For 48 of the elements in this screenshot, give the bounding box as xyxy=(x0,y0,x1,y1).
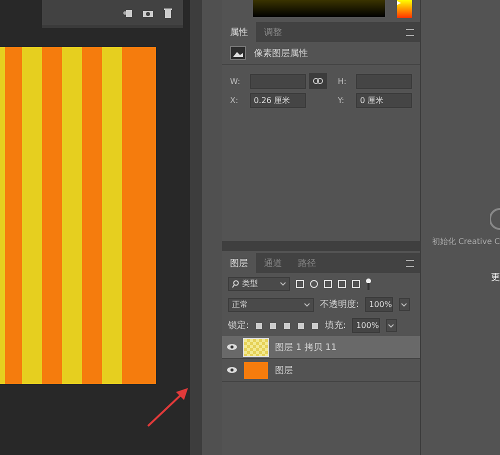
panel-tab[interactable]: 属性 xyxy=(222,22,256,42)
field-label: W: xyxy=(230,76,242,86)
layer-name: 图层 xyxy=(275,364,293,376)
input-field[interactable] xyxy=(356,74,412,88)
input-field[interactable]: 0 厘米 xyxy=(356,93,412,108)
slider-thumb[interactable] xyxy=(397,0,401,5)
chevron-down-icon xyxy=(280,282,286,286)
search-icon xyxy=(232,280,239,288)
opacity-label: 不透明度: xyxy=(320,298,360,311)
spinner-icon xyxy=(490,208,500,230)
layer-thumbnail xyxy=(243,360,269,380)
chevron-down-icon xyxy=(401,302,408,306)
eye-icon[interactable] xyxy=(227,367,237,373)
layer-thumbnail xyxy=(243,338,269,356)
fill-dropdown[interactable] xyxy=(386,319,397,332)
field-label: X: xyxy=(230,96,240,105)
fill-field[interactable]: 100% xyxy=(352,318,380,333)
filter-label: 类型 xyxy=(242,278,258,289)
field-label: Y: xyxy=(338,96,346,105)
eye-icon[interactable] xyxy=(227,344,237,350)
layer-name: 图层 1 拷贝 11 xyxy=(275,342,337,354)
blend-mode-dropdown[interactable]: 正常 xyxy=(228,298,314,312)
toggle-icon[interactable] xyxy=(366,278,371,290)
hue-slider[interactable] xyxy=(397,0,412,18)
status-message: 初始化 Creative C xyxy=(432,236,500,247)
layer-row[interactable]: 图层 xyxy=(222,359,420,382)
input-field[interactable] xyxy=(250,74,306,88)
new-document-icon[interactable] xyxy=(123,8,133,18)
opacity-dropdown[interactable] xyxy=(398,298,410,311)
blend-mode-label: 正常 xyxy=(232,299,248,310)
menu-icon[interactable] xyxy=(406,28,414,36)
color-field[interactable] xyxy=(253,0,385,17)
trash-icon[interactable] xyxy=(163,8,173,18)
chevron-down-icon xyxy=(388,324,394,328)
panel-tab[interactable]: 图层 xyxy=(222,253,256,273)
menu-icon[interactable] xyxy=(406,260,414,266)
link-icon[interactable] xyxy=(308,73,327,89)
button-label[interactable]: 更 xyxy=(491,271,500,284)
arrow-drawing xyxy=(146,386,190,428)
lock-label: 锁定: xyxy=(228,320,250,332)
opacity-field[interactable]: 100% xyxy=(365,297,393,312)
field-label: H: xyxy=(338,76,348,86)
input-field[interactable]: 0.26 厘米 xyxy=(250,93,306,108)
fill-label: 填充: xyxy=(325,320,346,332)
layer-row[interactable]: 图层 1 拷贝 11 xyxy=(222,336,420,359)
panel-title: 像素图层属性 xyxy=(254,48,308,60)
filter-dropdown[interactable]: 类型 xyxy=(228,276,290,290)
chevron-down-icon xyxy=(304,302,310,306)
